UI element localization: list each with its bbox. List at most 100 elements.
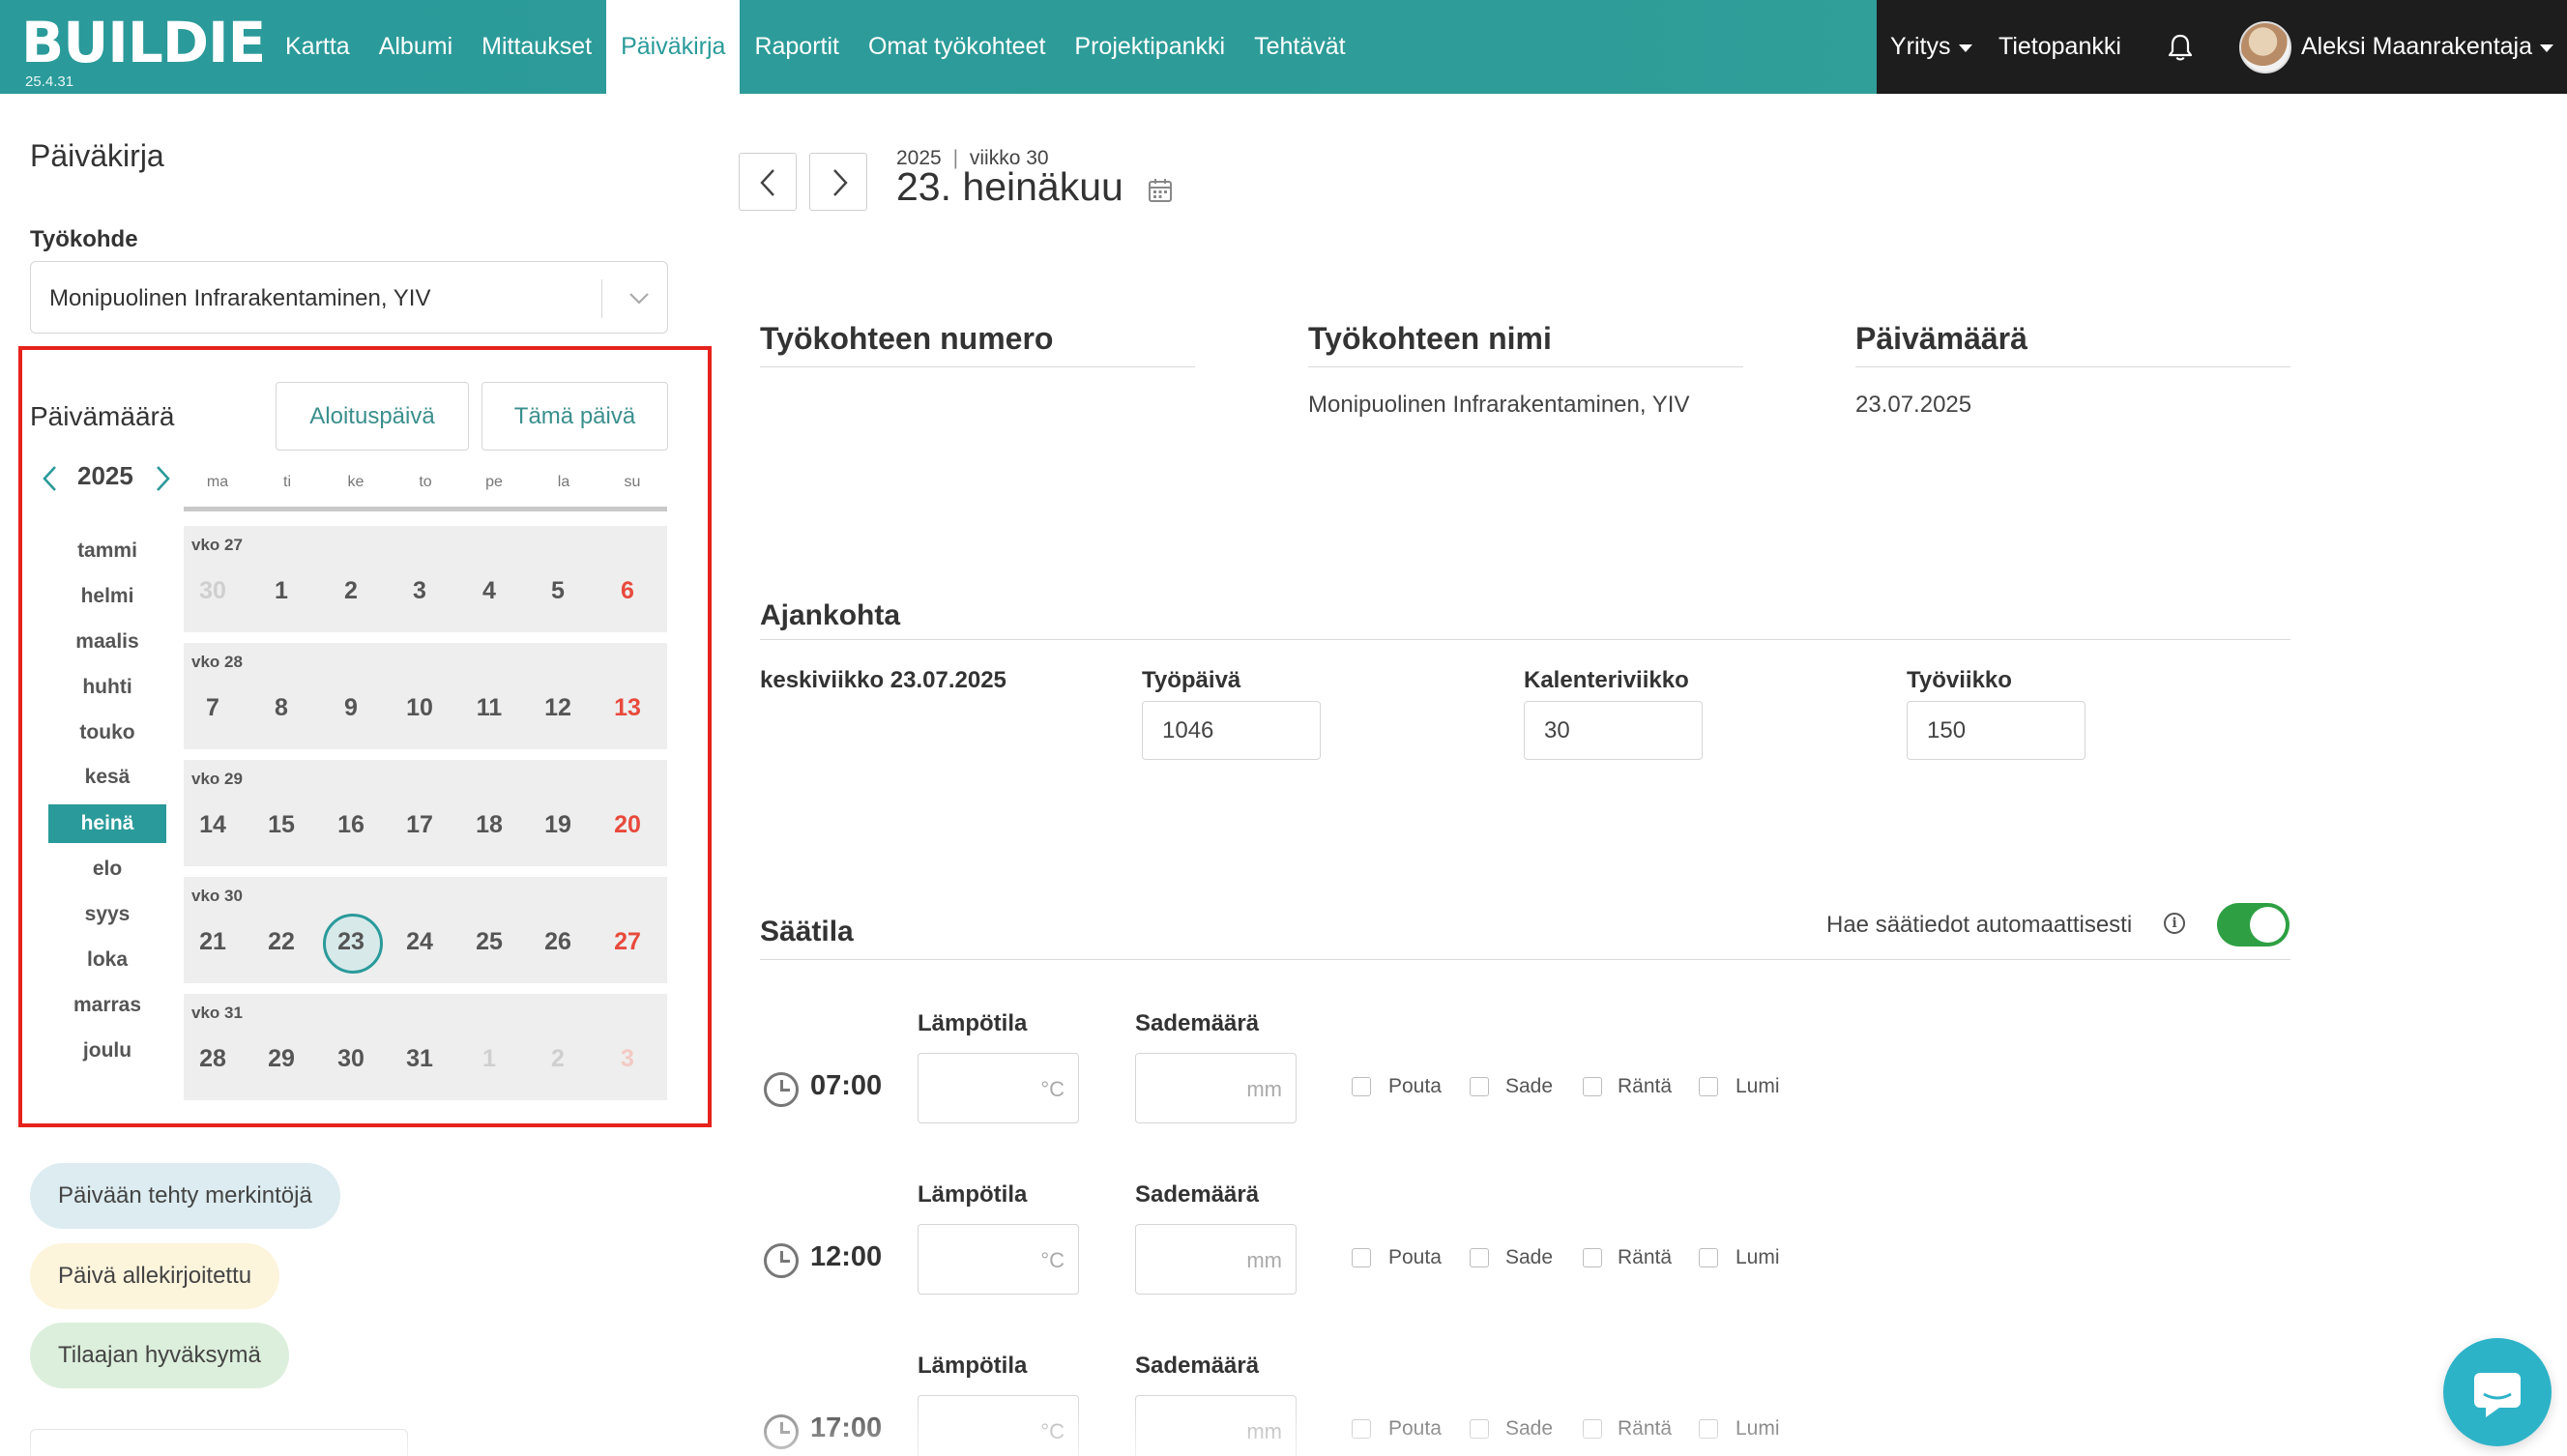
calendar-day[interactable]: 1 [460, 1033, 518, 1085]
auto-weather-toggle[interactable] [2217, 903, 2290, 946]
calendar-day[interactable]: 1 [252, 565, 310, 617]
month-item[interactable]: helmi [48, 577, 166, 616]
workday-field[interactable]: 1046 [1142, 701, 1321, 760]
chat-button[interactable] [2443, 1338, 2552, 1446]
chevron-left-icon[interactable] [39, 463, 62, 494]
nav-item-mittaukset[interactable]: Mittaukset [467, 0, 606, 94]
buildie-logo[interactable]: BUILDIE [21, 14, 266, 72]
chevron-right-icon[interactable] [151, 463, 174, 494]
previous-day-button[interactable] [739, 153, 797, 211]
rainfall-input[interactable]: mm [1135, 1053, 1297, 1123]
condition-checkbox[interactable] [1699, 1248, 1718, 1267]
calendar-day[interactable]: 21 [184, 916, 242, 968]
condition-checkbox[interactable] [1352, 1419, 1371, 1439]
calendar-day[interactable]: 15 [252, 799, 310, 851]
weekday-header: pe [485, 474, 503, 490]
calendar-day[interactable]: 31 [391, 1033, 449, 1085]
calendar-day-number: 26 [544, 927, 571, 955]
condition-checkbox[interactable] [1699, 1077, 1718, 1096]
month-item[interactable]: heinä [48, 804, 166, 843]
sidebar-bottom-field[interactable] [30, 1429, 408, 1456]
temperature-input[interactable]: °C [918, 1395, 1079, 1456]
nav-item-kartta[interactable]: Kartta [271, 0, 365, 94]
condition-checkbox[interactable] [1583, 1077, 1602, 1096]
calendar-day[interactable]: 14 [184, 799, 242, 851]
calendar-day[interactable]: 20 [598, 799, 656, 851]
bell-icon[interactable] [2167, 0, 2194, 94]
calendar-day[interactable]: 29 [252, 1033, 310, 1085]
month-item[interactable]: tammi [48, 532, 166, 570]
calendar-day[interactable]: 16 [322, 799, 380, 851]
calendar-day[interactable]: 7 [184, 682, 242, 734]
calendar-day[interactable]: 22 [252, 916, 310, 968]
condition-checkbox[interactable] [1470, 1077, 1489, 1096]
calendar-day[interactable]: 30 [184, 565, 242, 617]
nav-item-raportit[interactable]: Raportit [740, 0, 854, 94]
calendar-day[interactable]: 27 [598, 916, 656, 968]
condition-checkbox[interactable] [1583, 1248, 1602, 1267]
info-icon[interactable]: i [2164, 913, 2185, 934]
nav-item-omat-tyokohteet[interactable]: Omat työkohteet [854, 0, 1060, 94]
month-item[interactable]: elo [48, 850, 166, 888]
calendar-day[interactable]: 13 [598, 682, 656, 734]
month-item[interactable]: marras [48, 986, 166, 1025]
company-menu[interactable]: Yritys [1890, 0, 1972, 94]
calendar-day[interactable]: 3 [391, 565, 449, 617]
knowledge-base-link[interactable]: Tietopankki [1998, 0, 2121, 94]
auto-weather-label: Hae säätiedot automaattisesti [1826, 912, 2133, 938]
calendar-day[interactable]: 24 [391, 916, 449, 968]
month-item[interactable]: huhti [48, 668, 166, 707]
calendar-day[interactable]: 9 [322, 682, 380, 734]
calendar-week-label: Kalenteriviikko [1524, 667, 1689, 693]
calendar-day[interactable]: 12 [529, 682, 587, 734]
user-menu[interactable]: Aleksi Maanrakentaja [2239, 0, 2554, 94]
calendar-day[interactable]: 30 [322, 1033, 380, 1085]
nav-item-tehtavat[interactable]: Tehtävät [1240, 0, 1360, 94]
condition-checkbox[interactable] [1352, 1248, 1371, 1267]
month-item[interactable]: touko [48, 713, 166, 752]
start-day-button[interactable]: Aloituspäivä [276, 382, 469, 451]
calendar-week-field[interactable]: 30 [1524, 701, 1703, 760]
calendar-day[interactable]: 10 [391, 682, 449, 734]
rainfall-input[interactable]: mm [1135, 1224, 1297, 1295]
nav-item-projektipankki[interactable]: Projektipankki [1060, 0, 1240, 94]
calendar-icon[interactable] [1148, 178, 1173, 203]
company-menu-label: Yritys [1890, 33, 1951, 60]
condition-checkbox[interactable] [1470, 1419, 1489, 1439]
calendar-day[interactable]: 4 [460, 565, 518, 617]
temperature-input[interactable]: °C [918, 1224, 1079, 1295]
work-week-field[interactable]: 150 [1907, 701, 2086, 760]
calendar-day[interactable]: 2 [322, 565, 380, 617]
rainfall-input[interactable]: mm [1135, 1395, 1297, 1456]
calendar-day[interactable]: 3 [598, 1033, 656, 1085]
calendar-day[interactable]: 18 [460, 799, 518, 851]
temperature-input[interactable]: °C [918, 1053, 1079, 1123]
calendar-day[interactable]: 26 [529, 916, 587, 968]
calendar-day[interactable]: 28 [184, 1033, 242, 1085]
month-item[interactable]: kesä [48, 758, 166, 797]
month-item[interactable]: loka [48, 941, 166, 979]
month-item[interactable]: syys [48, 895, 166, 934]
site-name-value: Monipuolinen Infrarakentaminen, YIV [1308, 392, 1690, 418]
calendar-day[interactable]: 8 [252, 682, 310, 734]
month-item[interactable]: joulu [48, 1032, 166, 1070]
calendar-day[interactable]: 23 [322, 914, 383, 974]
next-day-button[interactable] [809, 153, 867, 211]
calendar-day[interactable]: 2 [529, 1033, 587, 1085]
calendar-day[interactable]: 19 [529, 799, 587, 851]
calendar-day[interactable]: 6 [598, 565, 656, 617]
nav-item-paivakirja[interactable]: Päiväkirja [606, 0, 741, 94]
nav-item-albumi[interactable]: Albumi [365, 0, 467, 94]
today-button[interactable]: Tämä päivä [481, 382, 668, 451]
condition-checkbox[interactable] [1699, 1419, 1718, 1439]
month-item[interactable]: maalis [48, 623, 166, 661]
condition-checkbox[interactable] [1470, 1248, 1489, 1267]
condition-checkbox[interactable] [1583, 1419, 1602, 1439]
site-select[interactable]: Monipuolinen Infrarakentaminen, YIV [30, 261, 668, 334]
weekday-header: to [419, 474, 432, 490]
calendar-day[interactable]: 11 [460, 682, 518, 734]
calendar-day[interactable]: 25 [460, 916, 518, 968]
condition-checkbox[interactable] [1352, 1077, 1371, 1096]
calendar-day[interactable]: 5 [529, 565, 587, 617]
calendar-day[interactable]: 17 [391, 799, 449, 851]
